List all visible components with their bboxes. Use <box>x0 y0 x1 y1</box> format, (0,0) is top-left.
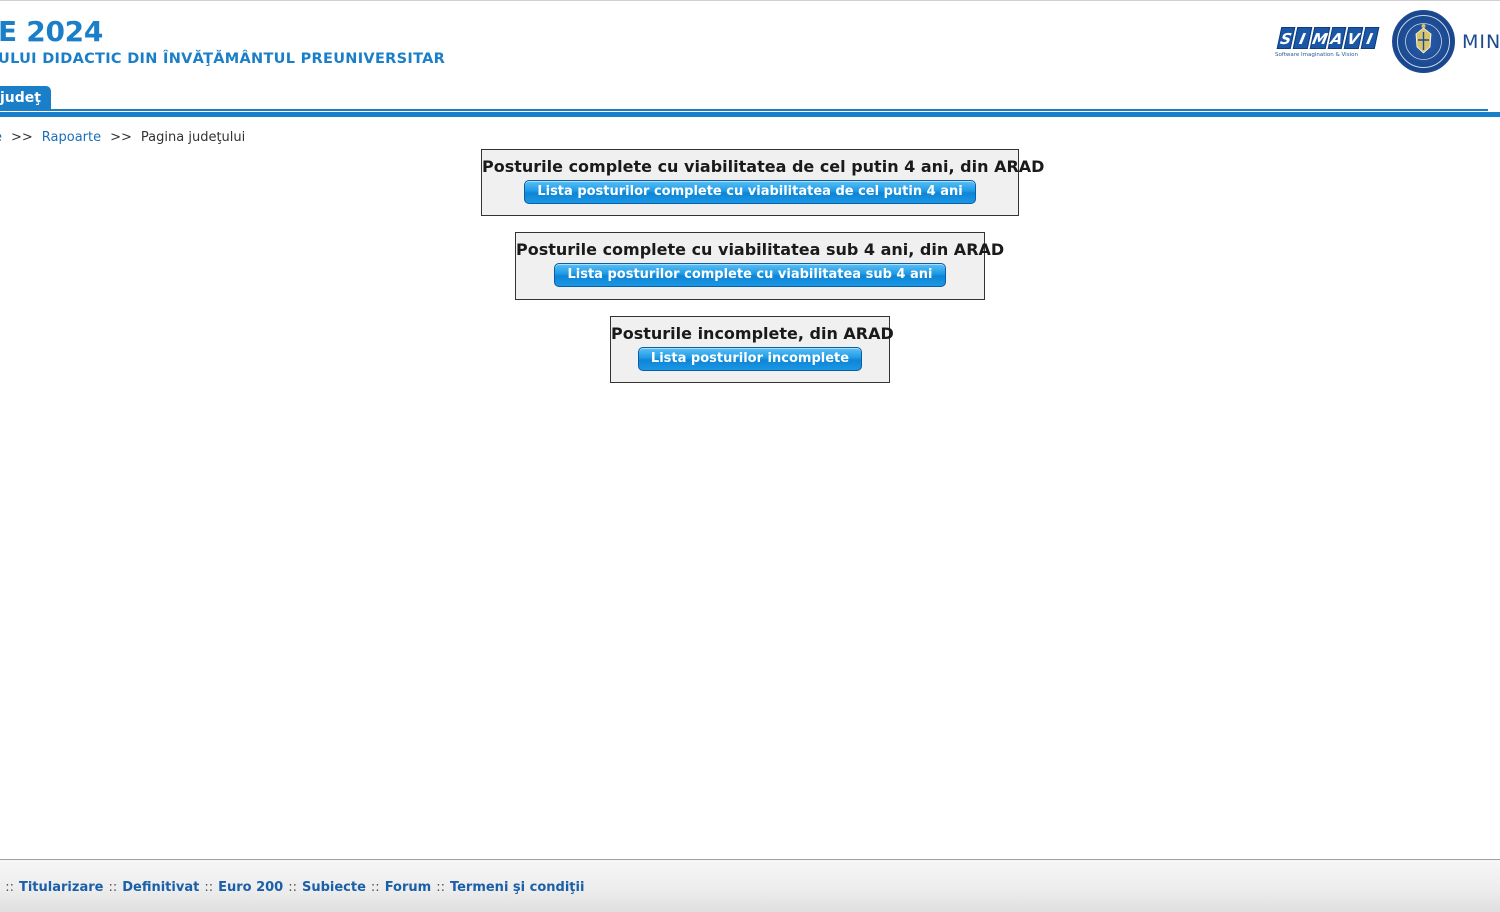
tab-bar-underline <box>0 112 1500 117</box>
report-title: Posturile complete cu viabilitatea de ce… <box>482 157 1045 176</box>
breadcrumb-item-current: Pagina judeţului <box>140 130 246 145</box>
footer-link-termeni[interactable]: Termeni şi condiţii <box>450 880 584 895</box>
footer-links: t::Titularizare::Definitivat::Euro 200::… <box>0 880 584 895</box>
app-subtitle: ULUI DIDACTIC DIN ÎNVĂŢĂMÂNTUL PREUNIVER… <box>0 51 446 67</box>
breadcrumb: e >> Rapoarte >> Pagina judeţului <box>0 130 245 145</box>
footer-separator: :: <box>370 880 380 895</box>
lista-posturi-complete-4-ani-button[interactable]: Lista posturilor complete cu viabilitate… <box>524 180 976 204</box>
report-box-complete-sub-4-ani: Posturile complete cu viabilitatea sub 4… <box>515 232 1005 300</box>
lista-posturi-incomplete-button[interactable]: Lista posturilor incomplete <box>637 347 863 371</box>
government-seal-icon[interactable] <box>1392 10 1455 73</box>
simavi-letter: I <box>1360 27 1380 49</box>
footer-link-titularizare[interactable]: Titularizare <box>19 880 103 895</box>
footer-separator: :: <box>5 880 14 895</box>
ministry-logo-text: MIN <box>1462 31 1500 53</box>
footer-link-forum[interactable]: Forum <box>385 880 432 895</box>
footer-separator: :: <box>108 880 118 895</box>
footer-separator: :: <box>436 880 445 895</box>
simavi-logo[interactable]: S I M A V I Software Imagination & Visio… <box>1275 27 1382 63</box>
report-title: Posturile incomplete, din ARAD <box>611 324 894 343</box>
footer-separator: :: <box>204 880 214 895</box>
breadcrumb-separator: >> <box>11 130 33 145</box>
footer-link-euro-200[interactable]: Euro 200 <box>218 880 283 895</box>
breadcrumb-item-rapoarte[interactable]: Rapoarte <box>42 130 101 145</box>
simavi-logo-letters: S I M A V I <box>1276 27 1382 49</box>
app-title: E 2024 <box>0 15 104 48</box>
tab-judet[interactable]: judeţ <box>0 86 51 111</box>
breadcrumb-separator: >> <box>110 130 132 145</box>
breadcrumb-item-home[interactable]: e <box>0 130 2 145</box>
report-box-incomplete: Posturile incomplete, din ARAD Lista pos… <box>610 316 894 383</box>
footer-separator: :: <box>288 880 297 895</box>
simavi-tagline: Software Imagination & Vision <box>1275 52 1358 58</box>
report-title: Posturile complete cu viabilitatea sub 4… <box>516 240 1005 259</box>
tab-bar-line <box>0 109 1488 111</box>
footer: t::Titularizare::Definitivat::Euro 200::… <box>0 859 1500 912</box>
footer-link-subiecte[interactable]: Subiecte <box>302 880 366 895</box>
page: E 2024 ULUI DIDACTIC DIN ÎNVĂŢĂMÂNTUL PR… <box>0 0 1500 912</box>
report-box-complete-4-ani: Posturile complete cu viabilitatea de ce… <box>481 149 1045 216</box>
lista-posturi-complete-sub-4-ani-button[interactable]: Lista posturilor complete cu viabilitate… <box>554 263 946 287</box>
footer-link-definitivat[interactable]: Definitivat <box>122 880 199 895</box>
